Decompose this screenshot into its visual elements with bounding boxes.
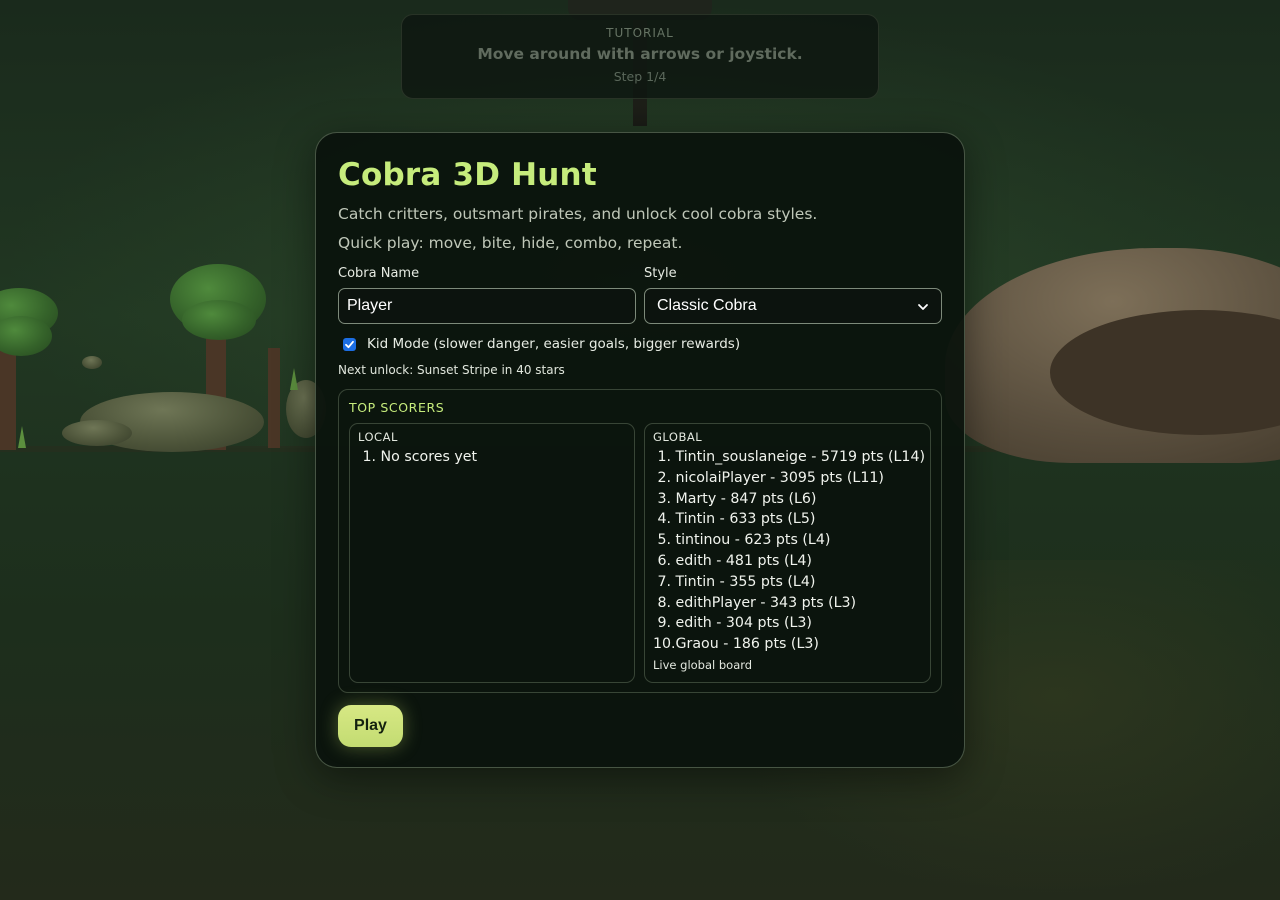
global-scores-box: GLOBAL 1. Tintin_souslaneige - 5719 pts …	[644, 423, 931, 683]
local-scores-list: 1. No scores yet	[358, 447, 626, 468]
score-text: Marty - 847 pts (L6)	[675, 490, 817, 507]
tutorial-label: TUTORIAL	[606, 26, 674, 40]
score-rank: 10.	[653, 636, 676, 653]
kid-mode-checkbox[interactable]	[343, 337, 356, 351]
score-rank: 2.	[657, 469, 671, 486]
next-unlock-text: Next unlock: Sunset Stripe in 40 stars	[338, 363, 565, 377]
score-rank: 4.	[657, 511, 671, 528]
score-entry: 5. tintinou - 623 pts (L4)	[653, 530, 922, 551]
score-text: tintinou - 623 pts (L4)	[675, 532, 831, 549]
settings-row: Cobra Name Player Style Classic Cobra	[338, 265, 942, 324]
tree-trunk	[268, 348, 280, 448]
top-scorers-panel: TOP SCORERS LOCAL 1. No scores yet GLOBA…	[338, 389, 942, 693]
tutorial-toast: TUTORIAL Move around with arrows or joys…	[401, 14, 879, 99]
local-scores-box: LOCAL 1. No scores yet	[349, 423, 635, 683]
score-entry: 9. edith - 304 pts (L3)	[653, 613, 922, 634]
score-entry: 2. nicolaiPlayer - 3095 pts (L11)	[653, 468, 922, 489]
score-text: Tintin_souslaneige - 5719 pts (L14)	[675, 449, 926, 465]
score-text: edithPlayer - 343 pts (L3)	[675, 594, 857, 611]
game-subtitle: Catch critters, outsmart pirates, and un…	[338, 205, 818, 223]
global-scores-title: GLOBAL	[653, 430, 703, 444]
tutorial-message: Move around with arrows or joystick.	[477, 45, 803, 63]
score-entry: 1. Tintin_souslaneige - 5719 pts (L14)	[653, 447, 925, 468]
chevron-down-icon	[917, 300, 929, 312]
main-menu-panel: Cobra 3D Hunt Catch critters, outsmart p…	[315, 132, 965, 768]
score-rank: 1.	[362, 449, 376, 465]
score-entry: 6. edith - 481 pts (L4)	[653, 551, 922, 572]
kid-mode-label[interactable]: Kid Mode (slower danger, easier goals, b…	[367, 336, 740, 352]
score-rank: 5.	[657, 532, 671, 549]
score-rank: 6.	[657, 552, 671, 569]
global-scores-list: 1. Tintin_souslaneige - 5719 pts (L14) 2.…	[653, 447, 925, 655]
top-scorers-title: TOP SCORERS	[349, 400, 445, 415]
score-rank: 7.	[657, 573, 671, 590]
local-scores-title: LOCAL	[358, 430, 398, 444]
score-text: nicolaiPlayer - 3095 pts (L11)	[675, 469, 884, 486]
tutorial-step: Step 1/4	[613, 69, 667, 84]
score-entry: 7. Tintin - 355 pts (L4)	[653, 572, 922, 593]
score-text: edith - 481 pts (L4)	[675, 552, 812, 569]
kid-mode-row: Kid Mode (slower danger, easier goals, b…	[338, 336, 942, 352]
game-title: Cobra 3D Hunt	[338, 157, 597, 193]
style-select[interactable]: Classic Cobra	[644, 288, 942, 324]
score-text: edith - 304 pts (L3)	[675, 615, 812, 632]
score-entry: 10. Graou - 186 pts (L3)	[653, 634, 922, 655]
play-button[interactable]: Play	[338, 705, 403, 747]
name-field-group: Cobra Name Player	[338, 265, 636, 324]
style-label: Style	[644, 266, 677, 281]
quickplay-hint: Quick play: move, bite, hide, combo, rep…	[338, 234, 683, 252]
checkmark-icon	[345, 340, 354, 348]
cobra-name-label: Cobra Name	[338, 266, 420, 281]
score-text: No scores yet	[380, 449, 478, 465]
rock	[62, 420, 132, 446]
pebble	[82, 356, 102, 369]
score-entry: 3. Marty - 847 pts (L6)	[653, 489, 922, 510]
style-field-group: Style Classic Cobra	[644, 265, 942, 324]
global-board-note: Live global board	[653, 657, 753, 672]
score-rank: 8.	[657, 594, 671, 611]
score-entry: 4. Tintin - 633 pts (L5)	[653, 509, 922, 530]
score-rank: 3.	[657, 490, 671, 507]
score-entry: 1. No scores yet	[358, 447, 626, 468]
style-selected-value: Classic Cobra	[657, 297, 757, 314]
grass	[290, 368, 298, 390]
score-rank: 9.	[657, 615, 671, 632]
cobra-name-input[interactable]: Player	[338, 288, 636, 324]
score-text: Graou - 186 pts (L3)	[675, 636, 819, 653]
grass	[18, 426, 26, 448]
score-entry: 8. edithPlayer - 343 pts (L3)	[653, 593, 922, 614]
tree-canopy	[182, 300, 256, 340]
score-text: Tintin - 355 pts (L4)	[675, 573, 816, 590]
score-text: Tintin - 633 pts (L5)	[675, 511, 816, 528]
score-rank: 1.	[657, 449, 671, 465]
